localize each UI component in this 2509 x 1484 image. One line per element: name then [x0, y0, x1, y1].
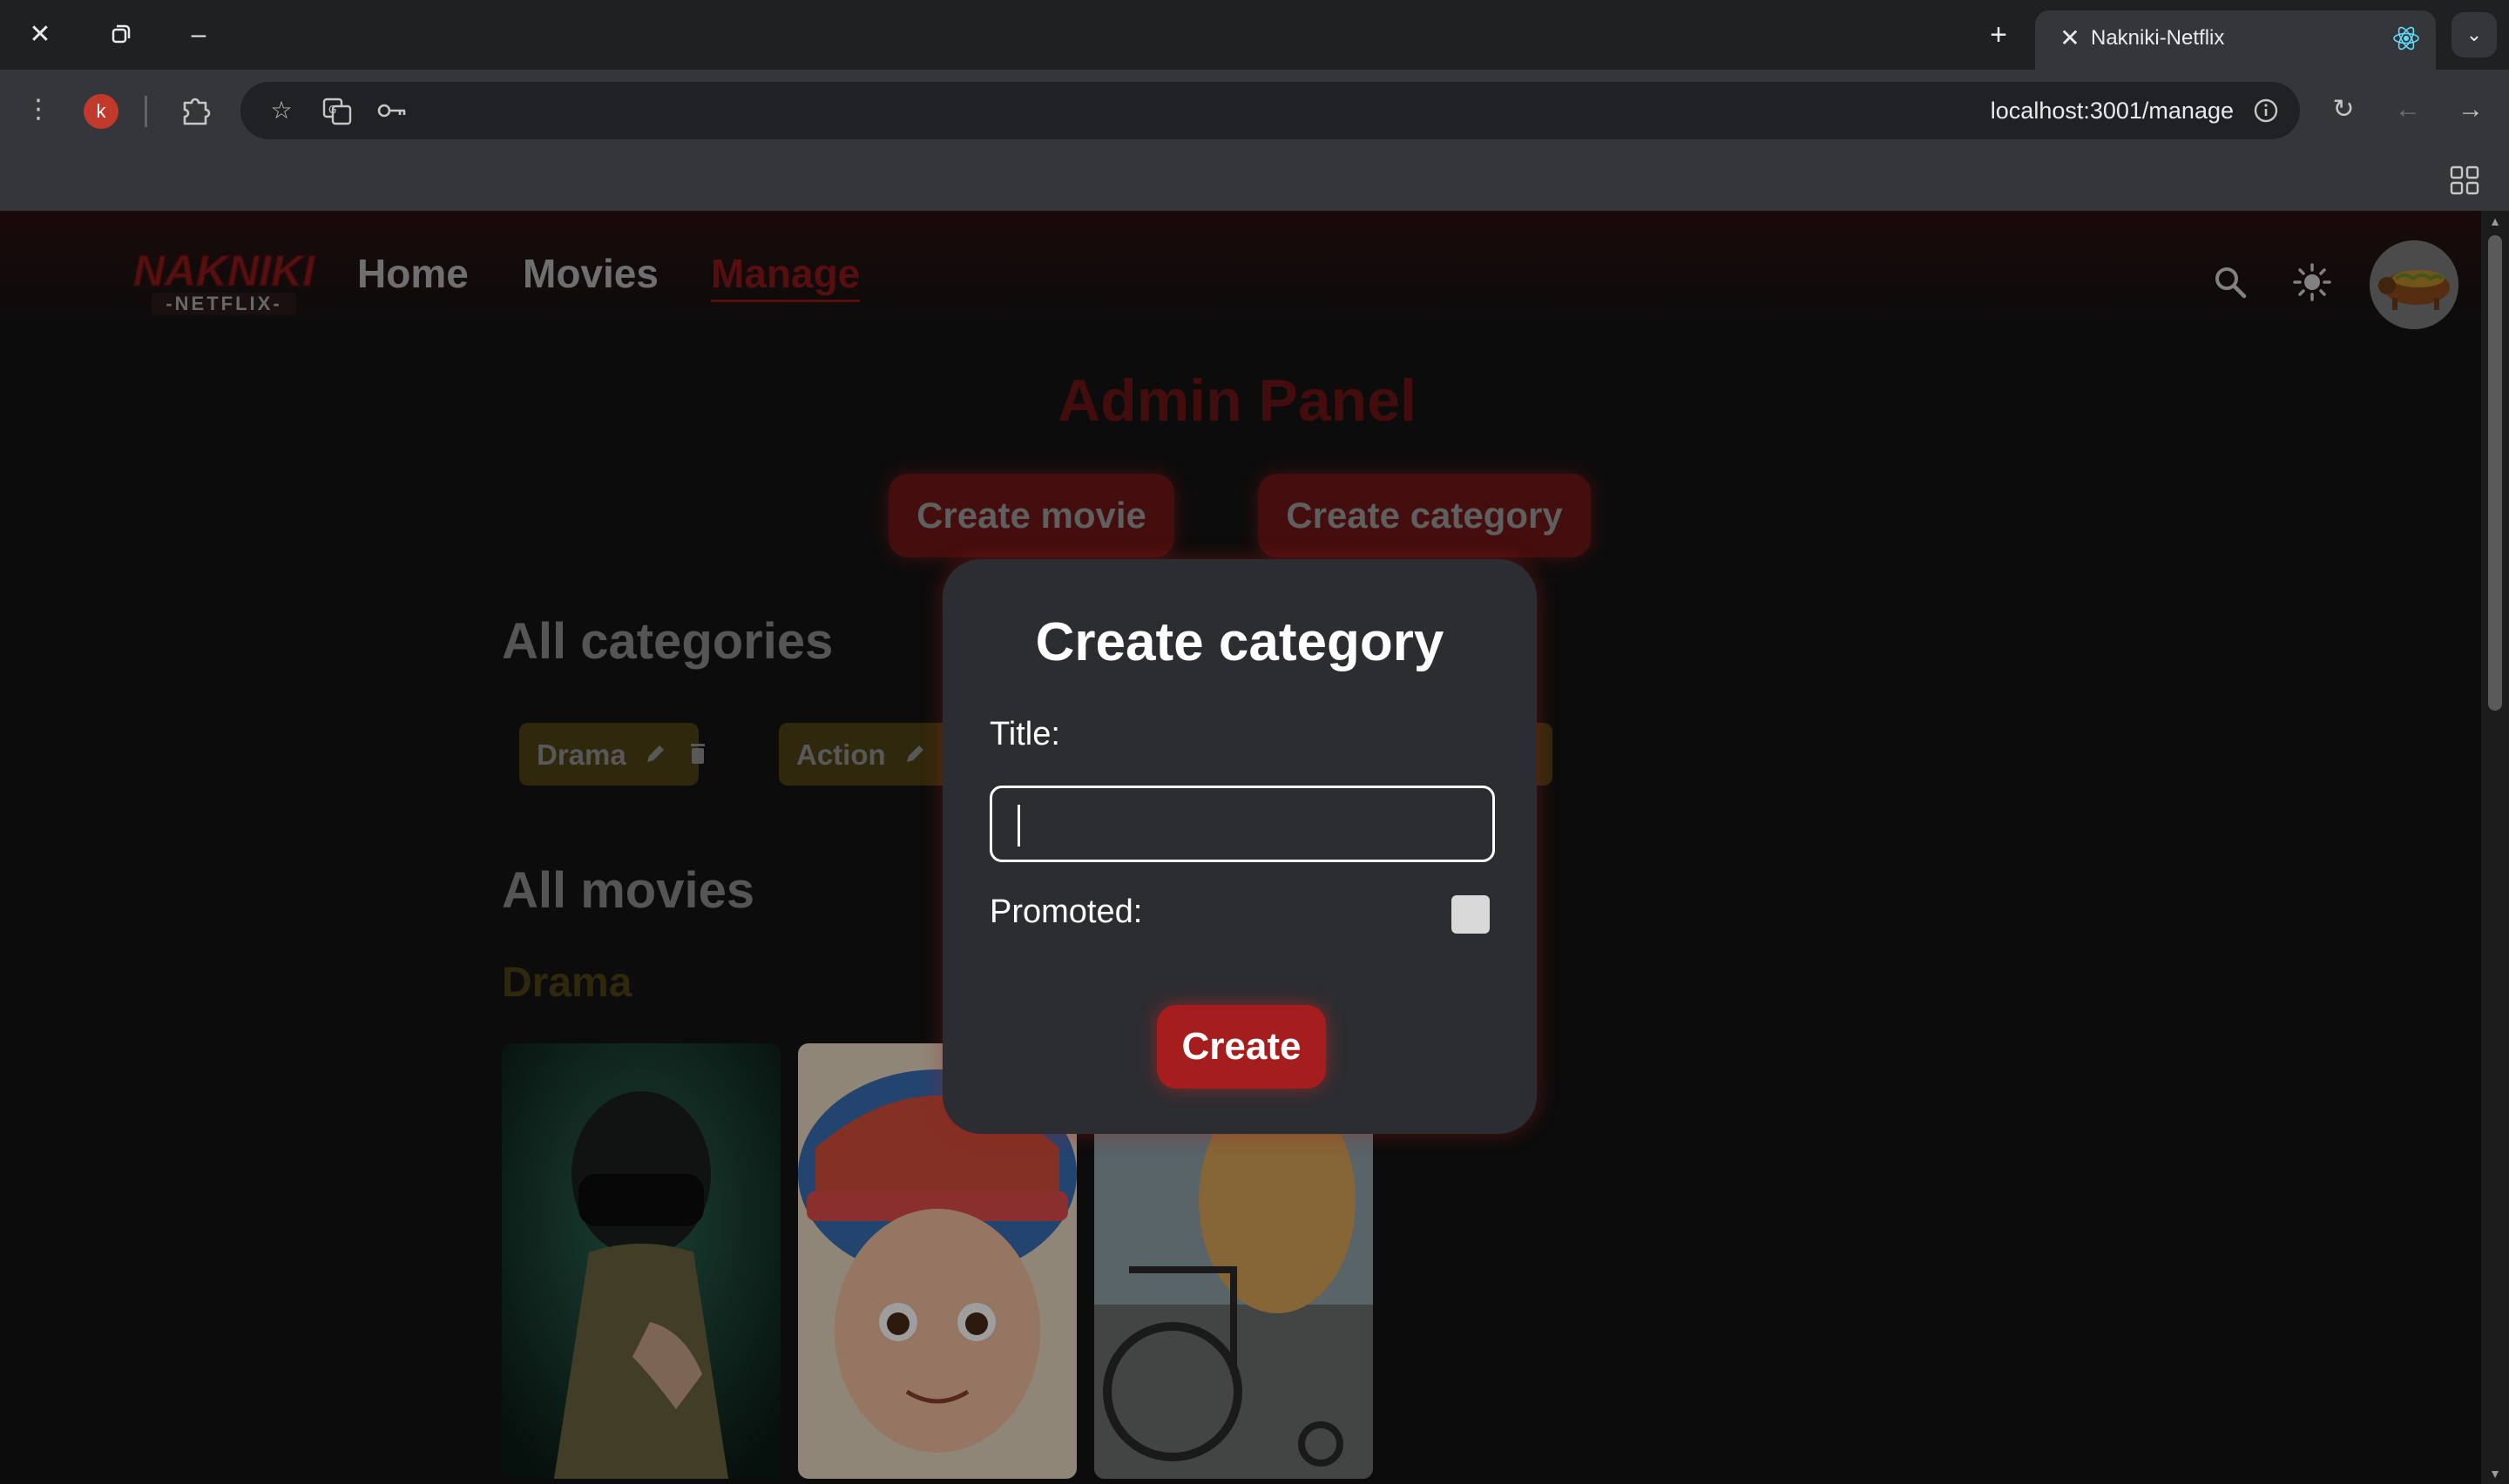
bookmark-bar [0, 150, 2509, 211]
puzzle-icon [183, 98, 211, 125]
translate-glyph-icon: G [322, 98, 352, 125]
apps-grid-icon[interactable] [2446, 162, 2483, 199]
address-bar[interactable]: ☆ G localhost:3001/manage [240, 82, 2300, 139]
close-window-icon[interactable]: ✕ [21, 16, 59, 54]
tab-title: Nakniki-Netflix [2091, 26, 2225, 50]
bookmark-star-icon[interactable]: ☆ [261, 91, 301, 131]
promoted-checkbox[interactable] [1451, 895, 1490, 934]
info-icon [2254, 98, 2278, 123]
browser-tab-bar: ✕ – + ✕ Nakniki-Netflix ⌄ [0, 0, 2509, 70]
forward-arrow-icon[interactable]: → [2450, 89, 2492, 131]
create-category-modal: Create category Title: Promoted: Create [943, 559, 1537, 1134]
web-page: NAKNIKI -NETFLIX- Home Movies Manage Adm… [0, 211, 2481, 1484]
page-scrollbar[interactable]: ▲ ▼ [2481, 211, 2509, 1484]
restore-icon [112, 24, 131, 44]
minimize-window-icon[interactable]: – [179, 16, 218, 54]
scroll-up-arrow-icon[interactable]: ▲ [2481, 211, 2509, 232]
password-key-icon[interactable] [371, 91, 411, 131]
svg-text:G: G [328, 104, 336, 116]
extensions-puzzle-icon[interactable] [174, 89, 216, 131]
browser-menu-icon[interactable]: ⋮ [17, 89, 59, 131]
promoted-field-label: Promoted: [990, 894, 1143, 930]
scroll-down-arrow-icon[interactable]: ▼ [2481, 1463, 2509, 1484]
tab-close-icon[interactable]: ✕ [2053, 21, 2087, 56]
translate-icon[interactable]: G [317, 91, 357, 131]
text-cursor [1018, 805, 1020, 847]
scrollbar-thumb[interactable] [2488, 235, 2502, 711]
modal-title: Create category [1035, 612, 1444, 672]
tab-search-chevron-down-icon[interactable]: ⌄ [2452, 12, 2497, 57]
back-arrow-icon[interactable]: ← [2387, 89, 2429, 131]
reload-icon[interactable]: ↻ [2323, 89, 2364, 131]
create-submit-button[interactable]: Create [1157, 1005, 1326, 1089]
react-favicon-icon [2393, 26, 2419, 51]
browser-tab[interactable]: ✕ Nakniki-Netflix [2035, 10, 2436, 70]
category-title-input[interactable] [990, 786, 1495, 862]
browser-profile-avatar[interactable]: k [84, 94, 118, 129]
url-text[interactable]: localhost:3001/manage [1991, 96, 2234, 125]
screen: ✕ – + ✕ Nakniki-Netflix ⌄ ⋮ k ☆ G localh… [0, 0, 2509, 1484]
toolbar-divider [145, 96, 147, 127]
restore-window-icon[interactable] [101, 16, 139, 54]
new-tab-button[interactable]: + [1979, 16, 2018, 54]
title-field-label: Title: [990, 716, 1060, 752]
site-info-icon[interactable] [2246, 91, 2286, 131]
key-icon [377, 104, 406, 118]
